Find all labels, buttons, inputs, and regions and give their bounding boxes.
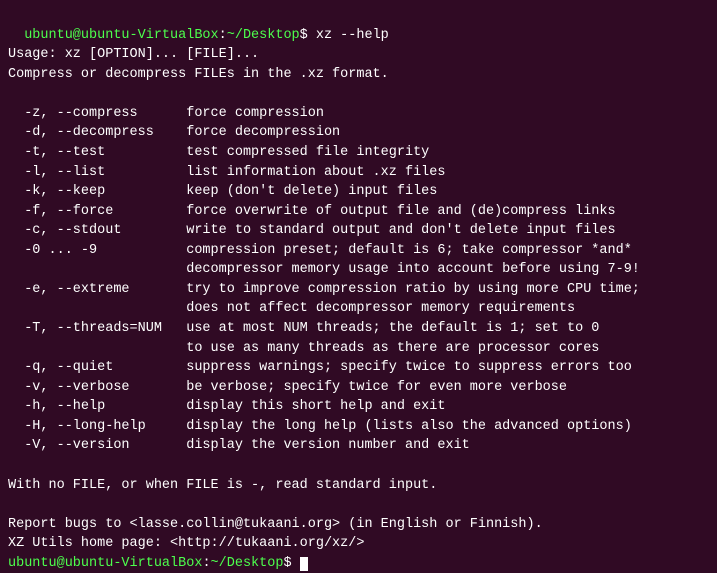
output-line-10: -0 ... -9 compression preset; default is… [8,243,632,258]
output-line-4: -d, --decompress force decompression [8,125,340,140]
output-line-blank-1 [8,86,16,101]
prompt-path: ~/Desktop [227,28,300,43]
final-prompt-separator: : [202,556,210,571]
output-line-9: -c, --stdout write to standard output an… [8,223,616,238]
output-line-3: -z, --compress force compression [8,106,324,121]
output-line-17: -v, --verbose be verbose; specify twice … [8,380,567,395]
cursor [300,557,308,571]
final-prompt-path: ~/Desktop [211,556,284,571]
output-line-19: -H, --long-help display the long help (l… [8,419,632,434]
output-line-11: decompressor memory usage into account b… [8,262,640,277]
prompt-user: ubuntu@ubuntu-VirtualBox [24,28,218,43]
final-prompt-user: ubuntu@ubuntu-VirtualBox [8,556,202,571]
output-line-6: -l, --list list information about .xz fi… [8,165,445,180]
output-line-7: -k, --keep keep (don't delete) input fil… [8,184,437,199]
output-line-2: Compress or decompress FILEs in the .xz … [8,67,389,82]
final-prompt-dollar: $ [283,556,299,571]
output-line-21: With no FILE, or when FILE is -, read st… [8,478,437,493]
output-line-16: -q, --quiet suppress warnings; specify t… [8,360,632,375]
output-line-20: -V, --version display the version number… [8,438,470,453]
output-line-5: -t, --test test compressed file integrit… [8,145,429,160]
output-line-blank-3 [8,497,16,512]
output-line-14: -T, --threads=NUM use at most NUM thread… [8,321,599,336]
output-line-8: -f, --force force overwrite of output fi… [8,204,616,219]
output-line-22: Report bugs to <lasse.collin@tukaani.org… [8,517,543,532]
output-line-12: -e, --extreme try to improve compression… [8,282,640,297]
output-line-blank-2 [8,458,16,473]
output-line-13: does not affect decompressor memory requ… [8,301,575,316]
prompt-cmd: $ xz --help [300,28,389,43]
terminal-window: ubuntu@ubuntu-VirtualBox:~/Desktop$ xz -… [0,0,717,507]
output-line-23: XZ Utils home page: <http://tukaani.org/… [8,536,364,551]
output-line-15: to use as many threads as there are proc… [8,341,599,356]
output-line-1: Usage: xz [OPTION]... [FILE]... [8,47,259,62]
output-line-18: -h, --help display this short help and e… [8,399,445,414]
prompt-separator: : [219,28,227,43]
